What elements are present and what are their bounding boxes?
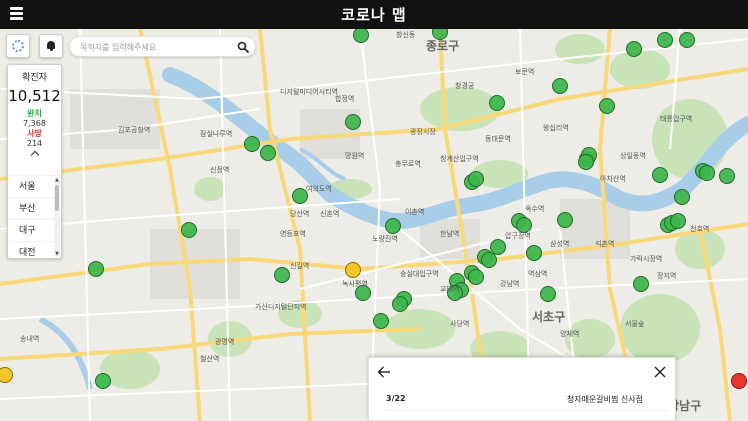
case-marker-green[interactable] <box>516 217 532 233</box>
case-marker-green[interactable] <box>719 168 735 184</box>
case-marker-green[interactable] <box>432 29 448 40</box>
case-marker-green[interactable] <box>260 145 276 161</box>
bell-icon <box>46 40 56 52</box>
death-count: 214 <box>26 139 43 148</box>
close-icon[interactable] <box>653 365 667 379</box>
case-marker-green[interactable] <box>674 189 690 205</box>
death-label: 사망 <box>27 129 42 138</box>
top-app-bar: 코로나 맵 <box>0 0 748 29</box>
cured-count: 7,368 <box>23 119 46 128</box>
case-marker-green[interactable] <box>353 29 369 43</box>
case-marker-green[interactable] <box>468 171 484 187</box>
case-marker-green[interactable] <box>373 313 389 329</box>
case-marker-green[interactable] <box>88 261 104 277</box>
case-marker-green[interactable] <box>540 286 556 302</box>
case-marker-green[interactable] <box>526 245 542 261</box>
case-marker-green[interactable] <box>670 213 686 229</box>
visit-date: 3/22 <box>386 394 406 403</box>
case-marker-green[interactable] <box>626 41 642 57</box>
back-arrow-icon[interactable] <box>377 365 391 379</box>
scrollbar-thumb[interactable] <box>55 185 59 211</box>
my-location-button[interactable] <box>6 34 30 58</box>
chevron-up-icon[interactable] <box>30 149 39 158</box>
visit-place[interactable]: 청자매운갈비찜 신사점 <box>567 394 643 405</box>
app-title: 코로나 맵 <box>341 6 407 24</box>
case-marker-green[interactable] <box>489 95 505 111</box>
scroll-up-arrow-icon[interactable]: ▲ <box>54 177 60 183</box>
case-marker-green[interactable] <box>679 32 695 48</box>
notifications-button[interactable] <box>39 34 63 58</box>
case-detail-popup: 3/22 청자매운갈비찜 신사점 <box>368 357 676 421</box>
case-marker-green[interactable] <box>599 98 615 114</box>
case-marker-green[interactable] <box>657 32 673 48</box>
scroll-down-arrow-icon[interactable]: ▼ <box>54 251 60 257</box>
case-marker-yellow[interactable] <box>0 367 13 383</box>
confirmed-count: 10,512 <box>8 87 61 105</box>
case-marker-green[interactable] <box>468 269 484 285</box>
case-marker-green[interactable] <box>490 239 506 255</box>
case-marker-green[interactable] <box>552 78 568 94</box>
case-stats-panel: 확진자 10,512 완치 7,368 사망 214 서울 부산 대구 대전 ▲… <box>7 64 62 259</box>
case-marker-green[interactable] <box>355 285 371 301</box>
search-icon[interactable] <box>237 41 249 53</box>
case-marker-green[interactable] <box>392 296 408 312</box>
case-marker-green[interactable] <box>447 285 463 301</box>
case-marker-green[interactable] <box>652 167 668 183</box>
divider <box>386 410 667 411</box>
case-marker-green[interactable] <box>578 154 594 170</box>
case-marker-yellow[interactable] <box>345 262 361 278</box>
destination-search-box[interactable] <box>69 36 256 57</box>
case-marker-green[interactable] <box>385 218 401 234</box>
case-marker-green[interactable] <box>557 212 573 228</box>
case-marker-green[interactable] <box>699 165 715 181</box>
case-marker-green[interactable] <box>481 252 497 268</box>
case-marker-green[interactable] <box>633 276 649 292</box>
confirmed-label: 확진자 <box>22 73 47 83</box>
cured-label: 완치 <box>27 109 42 118</box>
case-marker-green[interactable] <box>292 188 308 204</box>
case-marker-green[interactable] <box>274 267 290 283</box>
region-list-scrollbar[interactable]: ▲ ▼ <box>54 177 60 257</box>
case-marker-green[interactable] <box>345 114 361 130</box>
case-marker-green[interactable] <box>244 136 260 152</box>
case-marker-green[interactable] <box>181 222 197 238</box>
search-input[interactable] <box>80 39 230 55</box>
case-marker-red[interactable] <box>731 373 747 389</box>
case-marker-green[interactable] <box>95 373 111 389</box>
location-spinner-icon <box>12 40 24 52</box>
